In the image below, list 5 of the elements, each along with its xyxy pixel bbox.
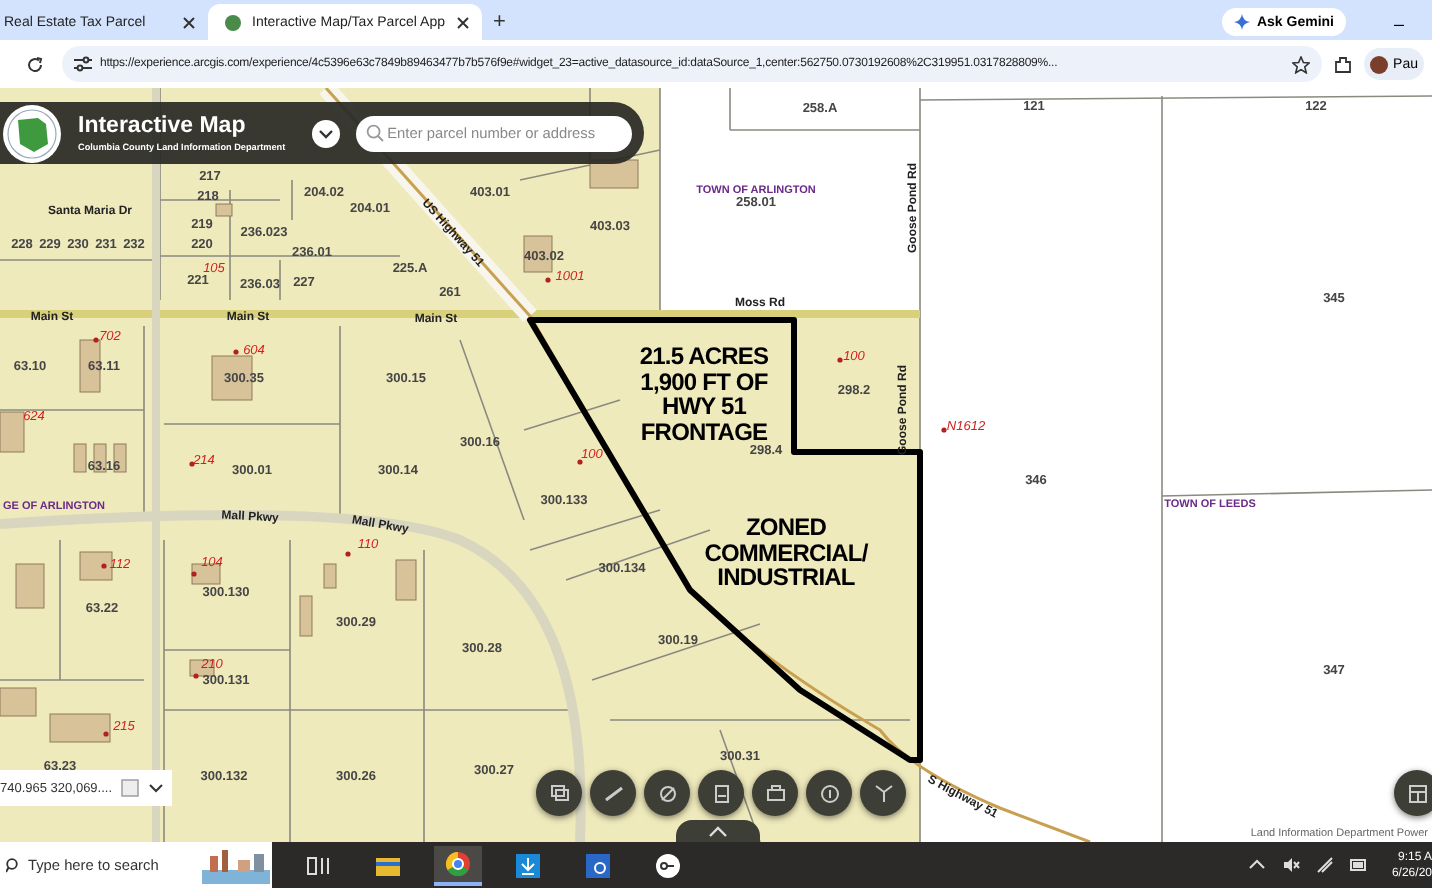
- new-tab-button[interactable]: +: [481, 4, 518, 40]
- callout-text: 21.5 ACRES 1,900 FT OF HWY 51 FRONTAGE: [639, 344, 769, 444]
- minimize-button[interactable]: –: [1373, 8, 1424, 40]
- callout-text: ZONED COMMERCIAL/ INDUSTRIAL: [704, 514, 868, 590]
- app-title: Interactive Map: [78, 114, 248, 138]
